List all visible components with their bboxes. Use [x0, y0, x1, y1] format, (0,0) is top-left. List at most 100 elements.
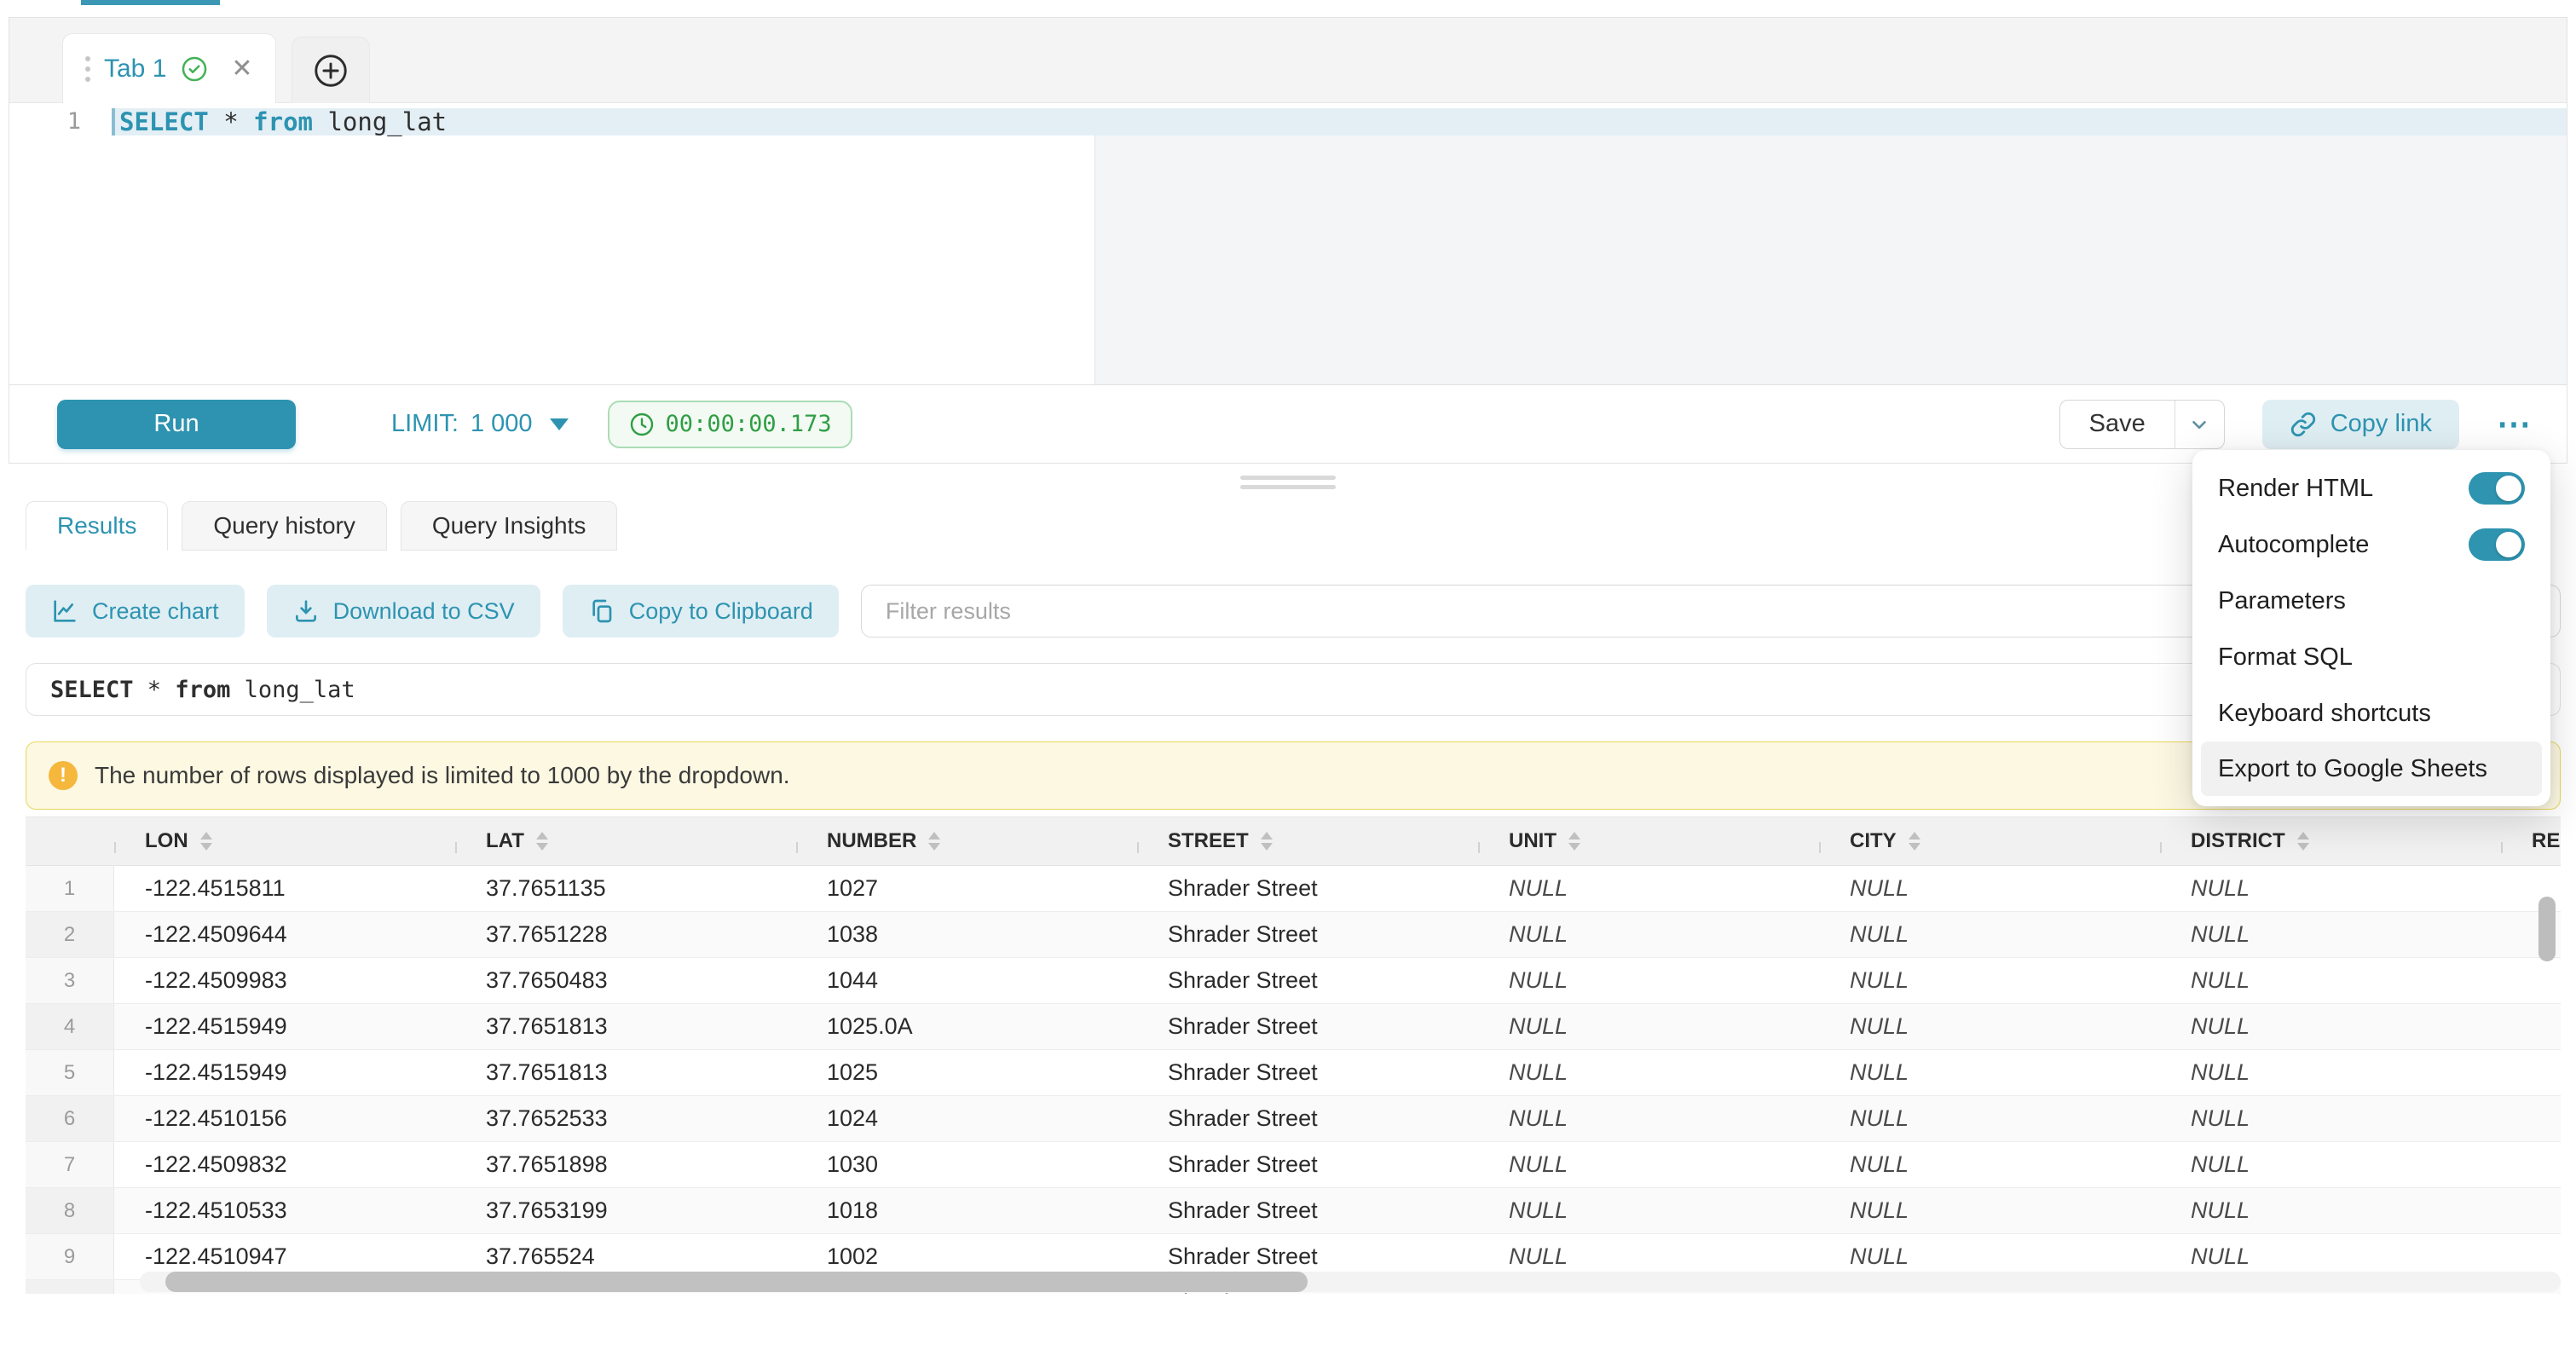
menu-item-render-html[interactable]: Render HTML	[2192, 460, 2550, 516]
cell-unit: NULL	[1478, 1151, 1819, 1178]
row-number: 1	[26, 866, 114, 911]
cell-unit: NULL	[1478, 921, 1819, 948]
new-tab-button[interactable]	[292, 37, 370, 103]
cell-lon: -122.4510156	[114, 1105, 455, 1132]
cell-street: Shrader Street	[1137, 1013, 1478, 1040]
close-icon[interactable]: ✕	[231, 56, 252, 82]
copy-link-button[interactable]: Copy link	[2262, 400, 2459, 449]
sql-editor[interactable]: 1 SELECT * from long_lat	[9, 103, 2567, 384]
cell-lon: -122.4510947	[114, 1243, 455, 1270]
editor-side-panel	[1095, 136, 2567, 384]
column-header-street[interactable]: STREET	[1137, 829, 1478, 853]
menu-item-format-sql[interactable]: Format SQL	[2192, 629, 2550, 685]
cell-city: NULL	[1819, 1197, 2160, 1224]
cell-city: NULL	[1819, 1059, 2160, 1086]
cell-district: NULL	[2160, 1197, 2501, 1224]
cell-lat: 37.7650483	[455, 967, 796, 994]
link-icon	[2290, 411, 2317, 438]
cell-unit: NULL	[1478, 875, 1819, 902]
results-tab-query-history[interactable]: Query history	[182, 501, 387, 551]
cell-city: NULL	[1819, 1243, 2160, 1270]
table-row: 7-122.450983237.76518981030Shrader Stree…	[26, 1142, 2561, 1188]
cell-district: NULL	[2160, 1059, 2501, 1086]
toggle-render-html-on[interactable]	[2469, 472, 2525, 505]
cell-lon: -122.4509832	[114, 1151, 455, 1178]
copy-clipboard-button[interactable]: Copy to Clipboard	[563, 585, 839, 638]
editor-tab-label: Tab 1	[104, 55, 166, 84]
horizontal-scrollbar[interactable]	[140, 1272, 2561, 1292]
toggle-autocomplete-on[interactable]	[2469, 528, 2525, 561]
cell-lon: -122.4515811	[114, 875, 455, 902]
save-options-button[interactable]	[2175, 401, 2224, 448]
column-header-number[interactable]: NUMBER	[796, 829, 1137, 853]
cell-lat: 37.7651135	[455, 875, 796, 902]
menu-item-label: Parameters	[2218, 587, 2346, 615]
menu-item-parameters[interactable]: Parameters	[2192, 573, 2550, 629]
row-number-header	[26, 817, 114, 865]
cell-street: Shrader Street	[1137, 967, 1478, 994]
column-header-re[interactable]: RE	[2501, 829, 2561, 853]
menu-item-autocomplete[interactable]: Autocomplete	[2192, 516, 2550, 573]
cell-unit: NULL	[1478, 1105, 1819, 1132]
check-circle-icon	[180, 55, 209, 84]
cell-street: Shrader Street	[1137, 1059, 1478, 1086]
limit-value: 1 000	[471, 410, 533, 438]
top-strip	[0, 0, 2576, 17]
cell-lon: -122.4515949	[114, 1059, 455, 1086]
vertical-scrollbar-thumb[interactable]	[2538, 897, 2556, 961]
results-table: LONLATNUMBERSTREETUNITCITYDISTRICTRE 1-1…	[26, 816, 2561, 1294]
cell-unit: NULL	[1478, 1243, 1819, 1270]
run-button[interactable]: Run	[57, 400, 296, 449]
editor-tab-1[interactable]: Tab 1 ✕	[62, 33, 276, 103]
pane-resize-handle[interactable]	[0, 464, 2576, 501]
clock-icon	[628, 411, 656, 438]
column-header-lon[interactable]: LON	[114, 829, 455, 853]
limit-dropdown[interactable]: LIMIT: 1 000	[391, 410, 569, 438]
column-header-district[interactable]: DISTRICT	[2160, 829, 2501, 853]
results-tab-query-insights[interactable]: Query Insights	[401, 501, 618, 551]
column-header-city[interactable]: CITY	[1819, 829, 2160, 853]
cell-lat: 37.7652533	[455, 1105, 796, 1132]
editor-active-line[interactable]: 1 SELECT * from long_lat	[9, 108, 2567, 136]
results-actions: Create chart Download to CSV Copy to Cli…	[26, 585, 2561, 638]
clipboard-icon	[588, 597, 615, 625]
table-row: 5-122.451594937.76518131025Shrader Stree…	[26, 1050, 2561, 1096]
line-number: 1	[9, 108, 112, 136]
cell-city: NULL	[1819, 875, 2160, 902]
menu-item-keyboard-shortcuts[interactable]: Keyboard shortcuts	[2192, 685, 2550, 741]
cell-unit: NULL	[1478, 1059, 1819, 1086]
chart-icon	[51, 597, 78, 625]
sort-icon	[1261, 832, 1273, 851]
cell-district: NULL	[2160, 1105, 2501, 1132]
menu-item-label: Autocomplete	[2218, 531, 2369, 559]
cell-city: NULL	[1819, 921, 2160, 948]
sort-icon	[1909, 832, 1920, 851]
save-button[interactable]: Save	[2060, 401, 2175, 448]
menu-item-export-to-google-sheets[interactable]: Export to Google Sheets	[2201, 741, 2542, 796]
cell-unit: NULL	[1478, 1197, 1819, 1224]
row-number: 3	[26, 958, 114, 1003]
cell-district: NULL	[2160, 1151, 2501, 1178]
column-header-lat[interactable]: LAT	[455, 829, 796, 853]
column-header-unit[interactable]: UNIT	[1478, 829, 1819, 853]
table-row: 6-122.451015637.76525331024Shrader Stree…	[26, 1096, 2561, 1142]
create-chart-button[interactable]: Create chart	[26, 585, 245, 638]
table-row: 4-122.451594937.76518131025.0AShrader St…	[26, 1004, 2561, 1050]
row-number: 10	[26, 1280, 114, 1294]
horizontal-scrollbar-thumb[interactable]	[165, 1272, 1308, 1292]
cell-lat: 37.7651228	[455, 921, 796, 948]
sql-editor-app: Tab 1 ✕ 1 SELECT * from long_lat	[0, 0, 2576, 1350]
drag-handle-icon[interactable]	[85, 56, 90, 82]
cell-street: Shrader Street	[1137, 875, 1478, 902]
cell-street: Shrader Street	[1137, 1105, 1478, 1132]
editor-empty-area[interactable]	[9, 136, 1095, 384]
row-number: 7	[26, 1142, 114, 1187]
download-csv-button[interactable]: Download to CSV	[267, 585, 540, 638]
text-cursor	[112, 108, 115, 136]
results-tab-results[interactable]: Results	[26, 501, 168, 551]
cell-district: NULL	[2160, 1243, 2501, 1270]
cell-street: Shrader Street	[1137, 1243, 1478, 1270]
table-row: 8-122.451053337.76531991018Shrader Stree…	[26, 1188, 2561, 1234]
query-timer-badge: 00:00:00.173	[608, 401, 852, 448]
cell-lon: -122.4515949	[114, 1013, 455, 1040]
